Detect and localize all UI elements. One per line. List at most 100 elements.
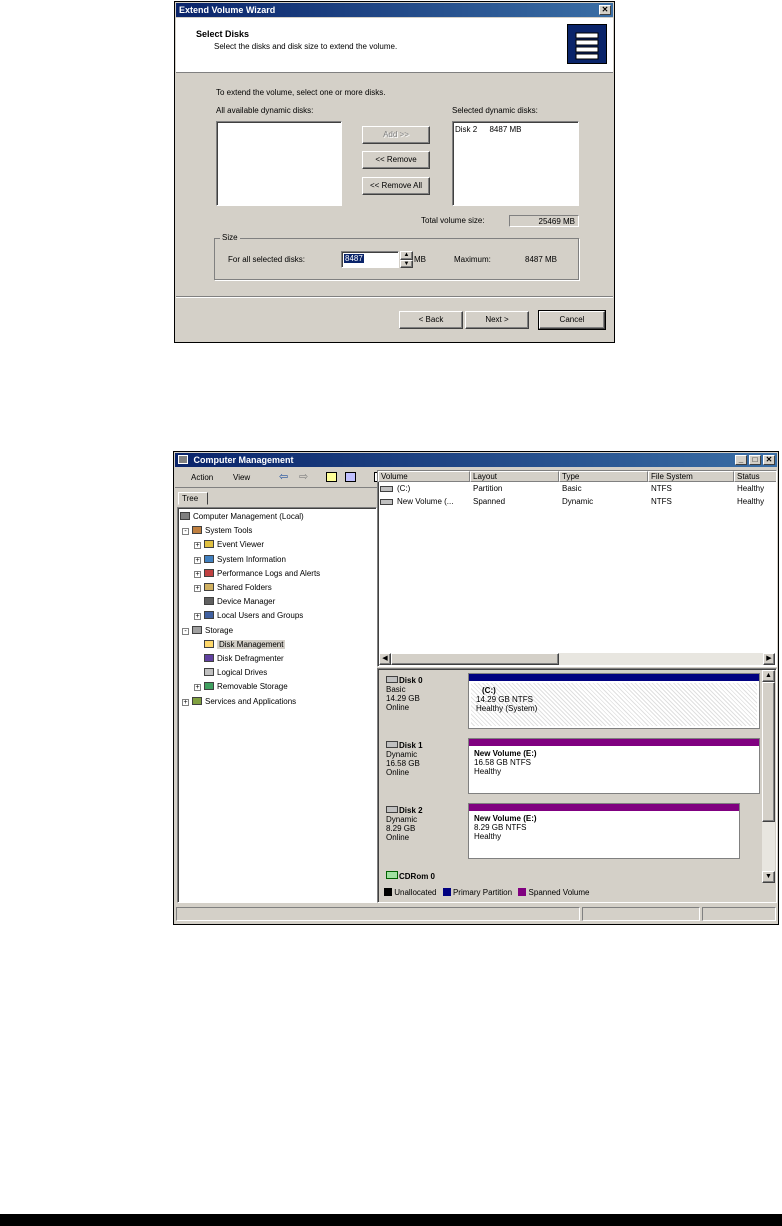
tree-tab-label: Tree xyxy=(182,494,199,503)
forward-arrow-icon[interactable]: ⇨ xyxy=(299,470,308,483)
tree-node-icon xyxy=(204,554,214,563)
type-cell: Basic xyxy=(562,484,582,493)
column-header-layout[interactable]: Layout xyxy=(470,471,559,482)
disk-label: Disk 0 Basic 14.29 GB Online xyxy=(380,673,465,735)
up-level-icon[interactable] xyxy=(326,472,337,482)
tree-item[interactable]: Services and Applications xyxy=(192,696,296,708)
volume-size: 8.29 GB NTFS xyxy=(474,823,527,832)
volume-block[interactable]: New Volume (E:) 8.29 GB NTFS Healthy xyxy=(468,803,740,859)
size-spin-up[interactable]: ▲ xyxy=(400,251,413,260)
tree-item[interactable]: Disk Defragmenter xyxy=(204,653,284,665)
volume-block[interactable]: (C:) 14.29 GB NTFS Healthy (System) xyxy=(468,673,760,729)
tree-item[interactable]: Logical Drives xyxy=(204,667,267,679)
disk-row[interactable]: Disk 0 Basic 14.29 GB Online (C:) 14.29 … xyxy=(380,673,760,735)
next-button[interactable]: Next > xyxy=(465,311,529,329)
volume-body: New Volume (E:) 16.58 GB NTFS Healthy xyxy=(469,746,759,776)
size-spin-down[interactable]: ▼ xyxy=(400,260,413,268)
cdrom-icon xyxy=(386,871,398,879)
expand-icon[interactable]: + xyxy=(194,556,201,564)
tree-node-icon xyxy=(204,654,214,662)
collapse-icon[interactable]: - xyxy=(182,627,189,635)
expand-icon[interactable]: + xyxy=(182,698,189,706)
expand-icon[interactable]: + xyxy=(194,613,201,621)
available-disks-list[interactable] xyxy=(216,121,342,206)
maximize-icon[interactable]: □ xyxy=(749,455,761,465)
remove-all-button[interactable]: << Remove All xyxy=(362,177,430,195)
collapse-icon[interactable]: - xyxy=(182,528,189,536)
expand-icon[interactable]: + xyxy=(194,684,201,692)
disk-stack-icon xyxy=(567,24,607,64)
volume-cell: New Volume (... xyxy=(397,497,454,506)
vertical-scrollbar[interactable]: ▲ ▼ xyxy=(762,670,775,883)
table-row[interactable]: New Volume (... Spanned Dynamic NTFS Hea… xyxy=(380,497,776,509)
tree-item[interactable]: Performance Logs and Alerts xyxy=(204,568,320,580)
tree-item[interactable]: Event Viewer xyxy=(204,539,264,551)
size-input[interactable]: 8487 xyxy=(341,251,399,268)
tree-node-icon xyxy=(204,568,214,577)
tree-node-icon xyxy=(204,597,214,606)
column-header-file-system[interactable]: File System xyxy=(648,471,734,482)
volume-block[interactable]: New Volume (E:) 16.58 GB NTFS Healthy xyxy=(468,738,760,794)
disk-size: 16.58 GB xyxy=(386,759,420,768)
tree-item[interactable]: Shared Folders xyxy=(204,582,272,594)
computer-management-window: Computer Management _ □ ✕ Action View ⇦ … xyxy=(173,451,779,925)
scroll-down-icon[interactable]: ▼ xyxy=(762,871,775,883)
tree-tab[interactable]: Tree xyxy=(178,492,208,505)
menu-view[interactable]: View xyxy=(233,473,250,482)
tree-item[interactable]: Computer Management (Local) xyxy=(180,511,304,523)
tree-node-icon xyxy=(192,625,202,634)
disk-state: Online xyxy=(386,768,410,777)
cancel-button[interactable]: Cancel xyxy=(538,310,606,330)
show-hide-tree-icon[interactable] xyxy=(345,472,356,482)
remove-button[interactable]: << Remove xyxy=(362,151,430,169)
disk-type: Dynamic xyxy=(386,815,418,824)
menu-action[interactable]: Action xyxy=(191,473,213,482)
selected-disks-list[interactable]: Disk 2 8487 MB xyxy=(452,121,579,206)
layout-cell: Partition xyxy=(473,484,503,493)
scroll-left-icon[interactable]: ◀ xyxy=(379,653,391,665)
minimize-icon[interactable]: _ xyxy=(735,455,747,465)
horizontal-scrollbar[interactable]: ◀ ▶ xyxy=(379,653,775,665)
tree-item[interactable]: Device Manager xyxy=(204,596,275,608)
back-arrow-icon[interactable]: ⇦ xyxy=(279,470,288,483)
horizontal-scroll-thumb[interactable] xyxy=(391,653,559,665)
tree-item[interactable]: System Information xyxy=(204,554,286,566)
close-icon[interactable]: ✕ xyxy=(763,455,775,465)
add-button[interactable]: Add >> xyxy=(362,126,430,144)
volume-size: 16.58 GB NTFS xyxy=(474,758,531,767)
column-header-type[interactable]: Type xyxy=(559,471,648,482)
disk-row[interactable]: Disk 2 Dynamic 8.29 GB Online New Volume… xyxy=(380,803,760,865)
table-row[interactable]: (C:) Partition Basic NTFS Healthy xyxy=(380,484,776,496)
back-button[interactable]: < Back xyxy=(399,311,463,329)
maximum-label: Maximum: xyxy=(454,255,491,264)
column-header-status[interactable]: Status xyxy=(734,471,776,482)
expand-icon[interactable]: + xyxy=(194,585,201,592)
scroll-right-icon[interactable]: ▶ xyxy=(763,653,775,665)
expand-icon[interactable]: + xyxy=(194,570,201,578)
disk-graphical-view: Disk 0 Basic 14.29 GB Online (C:) 14.29 … xyxy=(377,668,777,903)
drive-icon xyxy=(380,486,393,492)
maximum-value: 8487 MB xyxy=(525,255,558,264)
disk-row[interactable]: CDRom 0 xyxy=(380,868,760,884)
vertical-scroll-thumb[interactable] xyxy=(762,682,775,822)
tree-item[interactable]: System Tools xyxy=(192,525,252,537)
tree-item[interactable]: Storage xyxy=(192,625,233,637)
close-icon[interactable]: ✕ xyxy=(599,5,611,15)
tree-item[interactable]: Disk Management xyxy=(204,639,286,651)
expand-icon[interactable]: + xyxy=(194,542,201,550)
tree-node-icon xyxy=(180,512,190,520)
disk-icon xyxy=(386,741,398,748)
tree-item[interactable]: Local Users and Groups xyxy=(204,610,303,622)
status-panel xyxy=(702,907,776,921)
list-item[interactable]: Disk 2 8487 MB xyxy=(455,125,522,134)
legend-swatch-primary xyxy=(442,888,451,896)
status-panel xyxy=(176,907,580,921)
disk-legend: Unallocated Primary Partition Spanned Vo… xyxy=(380,887,760,901)
column-header-volume[interactable]: Volume xyxy=(378,471,470,482)
disk-type: Dynamic xyxy=(386,750,418,759)
tree-item[interactable]: Removable Storage xyxy=(204,681,288,693)
scroll-up-icon[interactable]: ▲ xyxy=(762,670,775,682)
cm-title: Computer Management xyxy=(193,455,294,465)
drive-icon xyxy=(380,499,393,505)
disk-row[interactable]: Disk 1 Dynamic 16.58 GB Online New Volum… xyxy=(380,738,760,800)
